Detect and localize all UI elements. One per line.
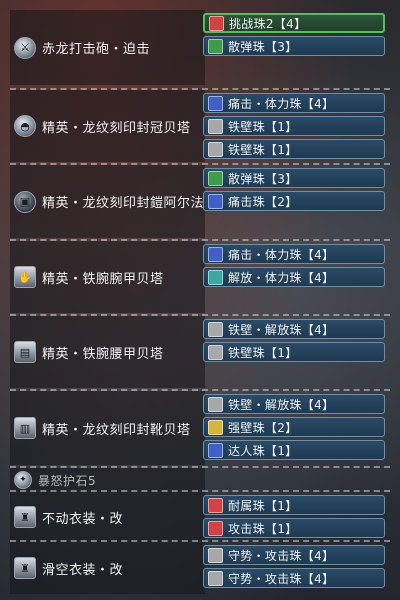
jewel-icon: [208, 321, 223, 337]
equipment-name: 精英・龙纹刻印封鎧阿尔法: [42, 196, 205, 211]
decoration-slot[interactable]: 解放・体力珠【4】: [203, 267, 385, 287]
jewel-icon: [208, 141, 223, 157]
equipment-group-weapon: ⚔ 赤龙打击砲・迫击 挑战珠2【4】 散弹珠【3】: [10, 10, 390, 85]
jewel-icon: [208, 520, 223, 536]
arm-armor-icon: ✋: [14, 266, 36, 288]
equipment-piece[interactable]: ♜ 滑空衣装・改: [14, 542, 209, 594]
decoration-label: 散弹珠【3】: [228, 39, 298, 54]
decoration-slot[interactable]: 铁壁・解放珠【4】: [203, 394, 385, 414]
equipment-name: 精英・龙纹刻印封靴贝塔: [42, 422, 191, 438]
decoration-slot[interactable]: 耐属珠【1】: [203, 495, 385, 515]
helm-icon: ◓: [14, 115, 36, 137]
decoration-slot[interactable]: 挑战珠2【4】: [203, 13, 385, 33]
equipment-piece[interactable]: ▤ 精英・铁腕腰甲贝塔: [14, 316, 209, 388]
equipment-name: 精英・龙纹刻印封冠贝塔: [42, 120, 191, 136]
decoration-slot[interactable]: 守势・攻击珠【4】: [203, 568, 385, 588]
decoration-label: 攻击珠【1】: [228, 521, 298, 536]
decoration-slot[interactable]: 铁壁珠【1】: [203, 342, 385, 362]
decoration-slot[interactable]: 痛击珠【2】: [203, 191, 385, 211]
jewel-icon: [208, 193, 223, 209]
decoration-label: 散弹珠【3】: [228, 171, 298, 186]
decoration-label: 守势・攻击珠【4】: [228, 571, 335, 586]
equipment-name: 滑空衣装・改: [42, 562, 124, 578]
jewel-icon: [208, 419, 223, 435]
decoration-label: 守势・攻击珠【4】: [228, 548, 335, 563]
jewel-icon: [208, 170, 223, 186]
charm-icon: ✦: [14, 471, 32, 489]
equipment-group-chest: ▣ 精英・龙纹刻印封鎧阿尔法 散弹珠【3】 痛击珠【2】: [10, 163, 390, 238]
jewel-icon: [208, 95, 223, 111]
decoration-label: 强壁珠【2】: [228, 420, 298, 435]
equipment-group-mantle-1: ♜ 不动衣装・改 耐属珠【1】 攻击珠【1】: [10, 490, 390, 542]
decoration-slot[interactable]: 铁壁珠【1】: [203, 116, 385, 136]
jewel-icon: [208, 547, 223, 563]
decoration-label: 铁壁珠【1】: [228, 345, 298, 360]
decoration-slot[interactable]: 痛击・体力珠【4】: [203, 244, 385, 264]
decoration-slot[interactable]: 痛击・体力珠【4】: [203, 93, 385, 113]
weapon-icon: ⚔: [14, 36, 36, 59]
waist-armor-icon: ▤: [14, 341, 36, 363]
decoration-slot[interactable]: 散弹珠【3】: [203, 168, 385, 188]
equipment-group-mantle-2: ♜ 滑空衣装・改 守势・攻击珠【4】 守势・攻击珠【4】: [10, 540, 390, 594]
decoration-label: 痛击・体力珠【4】: [228, 96, 335, 111]
decoration-slot[interactable]: 达人珠【1】: [203, 440, 385, 460]
equipment-name: 暴怒护石5: [38, 473, 97, 488]
equipment-piece[interactable]: ✋ 精英・铁腕腕甲贝塔: [14, 241, 209, 313]
jewel-icon: [209, 15, 224, 31]
jewel-icon: [208, 38, 223, 54]
equipment-name: 精英・铁腕腰甲贝塔: [42, 346, 164, 362]
decoration-slot[interactable]: 攻击珠【1】: [203, 518, 385, 538]
equipment-name: 精英・铁腕腕甲贝塔: [42, 271, 164, 287]
equipment-piece[interactable]: ▥ 精英・龙纹刻印封靴贝塔: [14, 391, 209, 465]
equipment-group-helm: ◓ 精英・龙纹刻印封冠贝塔 痛击・体力珠【4】 铁壁珠【1】 铁壁珠【1】: [10, 88, 390, 162]
chest-armor-icon: ▣: [14, 190, 36, 213]
mantle-icon: ♜: [14, 557, 36, 579]
decoration-label: 达人珠【1】: [228, 443, 298, 458]
decoration-slot[interactable]: 铁壁珠【1】: [203, 139, 385, 159]
mantle-icon: ♜: [14, 506, 36, 528]
jewel-icon: [208, 246, 223, 262]
decoration-label: 铁壁・解放珠【4】: [228, 322, 335, 337]
decoration-slot[interactable]: 散弹珠【3】: [203, 36, 385, 56]
equipment-group-legs: ▥ 精英・龙纹刻印封靴贝塔 铁壁・解放珠【4】 强壁珠【2】 达人珠【1】: [10, 389, 390, 465]
decoration-slot[interactable]: 铁壁・解放珠【4】: [203, 319, 385, 339]
equipment-piece[interactable]: ♜ 不动衣装・改: [14, 492, 209, 542]
decoration-slot[interactable]: 守势・攻击珠【4】: [203, 545, 385, 565]
equipment-group-arms: ✋ 精英・铁腕腕甲贝塔 痛击・体力珠【4】 解放・体力珠【4】: [10, 239, 390, 313]
equipment-piece[interactable]: ⚔ 赤龙打击砲・迫击: [14, 10, 209, 85]
decoration-label: 痛击・体力珠【4】: [228, 247, 335, 262]
decoration-label: 耐属珠【1】: [228, 498, 298, 513]
leg-armor-icon: ▥: [14, 417, 36, 439]
equipment-piece[interactable]: ◓ 精英・龙纹刻印封冠贝塔: [14, 90, 209, 162]
decoration-label: 铁壁・解放珠【4】: [228, 397, 335, 412]
jewel-icon: [208, 118, 223, 134]
jewel-icon: [208, 269, 223, 285]
equipment-name: 不动衣装・改: [42, 511, 124, 527]
decoration-label: 痛击珠【2】: [228, 194, 298, 209]
equipment-piece[interactable]: ▣ 精英・龙纹刻印封鎧阿尔法: [14, 165, 209, 238]
jewel-icon: [208, 442, 223, 458]
equipment-name: 赤龙打击砲・迫击: [42, 42, 151, 57]
equipment-group-waist: ▤ 精英・铁腕腰甲贝塔 铁壁・解放珠【4】 铁壁珠【1】: [10, 314, 390, 388]
decoration-label: 铁壁珠【1】: [228, 142, 298, 157]
equipment-group-charm: ✦ 暴怒护石5: [10, 466, 390, 492]
jewel-icon: [208, 344, 223, 360]
equipment-piece[interactable]: ✦ 暴怒护石5: [14, 468, 209, 492]
jewel-icon: [208, 570, 223, 586]
jewel-icon: [208, 396, 223, 412]
jewel-icon: [208, 497, 223, 513]
decoration-slot[interactable]: 强壁珠【2】: [203, 417, 385, 437]
decoration-label: 挑战珠2【4】: [229, 16, 307, 31]
decoration-label: 铁壁珠【1】: [228, 119, 298, 134]
decoration-label: 解放・体力珠【4】: [228, 270, 335, 285]
